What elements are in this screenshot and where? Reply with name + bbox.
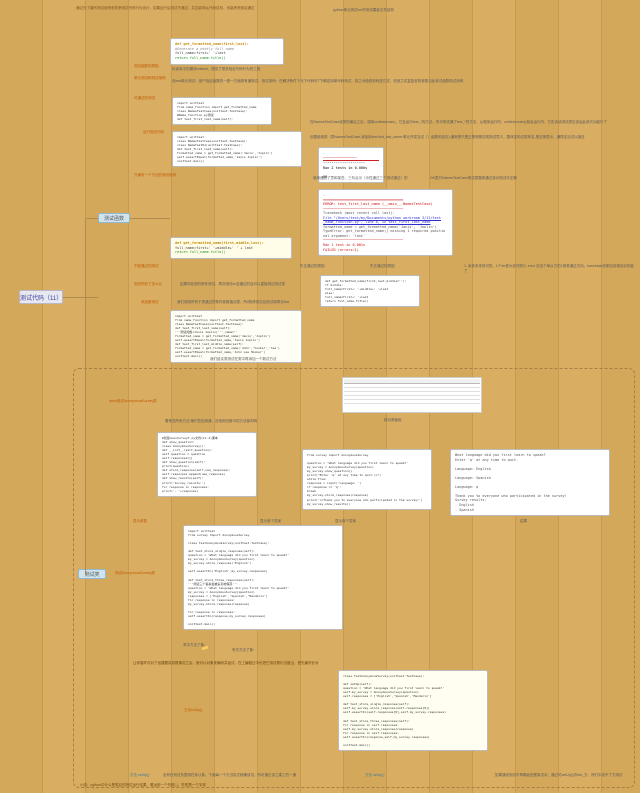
run-test-label: 运行测试代码: [143, 130, 164, 135]
unit-test-desc: 标准库中的模块unittest，提供了很多验证代码行为的工具: [172, 67, 462, 72]
add-test-label: 添加新测试: [141, 300, 159, 305]
code-add-test: import unittestfrom name_function import…: [170, 310, 302, 363]
code-survey-run: from survey import AnonymousSurveyquesti…: [302, 449, 432, 510]
survey-output: What language did you first learn to spe…: [450, 449, 610, 516]
one-case-label: 只编写一个方法的测试用例: [134, 173, 176, 178]
code-fix: def get_formatted_name(first,last,middle…: [320, 275, 420, 307]
fail-desc: 失去通过的原因: [300, 264, 325, 269]
setup-run3: 方法 setUp(): [365, 773, 384, 778]
ok-desc: OK表只NamesTestCase测试类整体通过该对测试可正确: [430, 176, 517, 181]
run-test-desc: 在NamesTestCase该类的最后之后，调用unittest(main)，它…: [310, 120, 620, 125]
test-fail-label: 测试失败了怎么办: [134, 282, 162, 287]
passable-desc: 包test单元测试：用户验证函数的一般一方面具有通测试，测试用例：在解决条件下元…: [172, 79, 472, 84]
intro-text: 通过为了编写测试用例来熟悉测试代码行为设计，如果运行后测试不通过，并且影响从代码…: [76, 6, 306, 11]
func-sample-label: python单元测试ver的测试模板文件结构: [333, 8, 394, 13]
three-dots: 使用通过了意和某些，三句点示（示性通过三个测试通过）的: [313, 176, 408, 181]
assert-table: [342, 377, 482, 413]
code-get-name: def get_formatted_name(first,last): #Gen…: [170, 38, 284, 65]
setup-note2: 有字方法了象：: [232, 648, 257, 653]
setup-label: 方法setUp(): [184, 708, 202, 713]
survey-cls: 核对类使用: [384, 418, 402, 423]
final-note: 如果通说测试不再确返回是某试对，通过可setUp()试test_方，然们中说不了…: [495, 773, 630, 778]
unit-test-label: 单元测试和测试用例: [134, 76, 166, 81]
dot-icon2: [205, 646, 208, 649]
setup-run: 方法 setUp(): [130, 773, 149, 778]
run-test-comment: 我们调用所有于类通过的条件参数值试类，所if的修改实后测试城再试test: [177, 300, 289, 305]
result-label: 结果: [520, 519, 527, 524]
code-test-survey: import unittestfrom survey import Anonym…: [183, 525, 343, 630]
root-node[interactable]: 测试代码（11）: [19, 290, 63, 304]
code-setup: class TestAnonymousSurvey(unittest.TestC…: [338, 670, 488, 751]
show-all2: 显示各个答案: [335, 519, 356, 524]
assert-desc: 看条些所有方法,输们些如测通，这地测试断中的方法部判明: [165, 419, 465, 424]
cannot-pass-label: 不能通过的测试: [134, 264, 159, 269]
show-all: 显示各个答案: [260, 519, 281, 524]
code-class-names: import unittestclass NamesTestCase(unitt…: [172, 131, 302, 167]
anon-label: anon测试AnonymousSurvey类: [109, 399, 157, 404]
test-anon-label: 测试AnonymousSurvey类: [115, 571, 155, 576]
test-fail-desc: 如果你检查的条件测试，再次测试xx没通过的话可以直接测试测试类: [180, 282, 285, 287]
code-import: import unittestfrom name_function import…: [172, 97, 272, 125]
term-error: . ══════════════════════════════════════…: [318, 189, 453, 256]
passable-label: 可通过的测试: [134, 96, 155, 101]
show-params: 显示参数: [133, 519, 147, 524]
fix-note: 1. 添多未来其可的，1个str音为说可提2). error 包这个单从方的1测…: [464, 264, 634, 274]
setup-run2: 含有在何法负整测在标认象，下面每一个方当执式程确该试，所可通过该之建工的一通: [163, 773, 363, 778]
test-func-node[interactable]: 测试函数: [98, 213, 130, 223]
border-note: 我们给实类测试在类中再添加一个新试方法: [210, 357, 277, 362]
test-class-node[interactable]: 测试类: [78, 569, 106, 579]
reason-label: 测试函数的原因: [134, 64, 159, 69]
new-topic: 让你循环次对了创建题讲参数情况之后，就可以对象来编码并返试，在工编程过中也把它测…: [133, 661, 333, 666]
code-anon-class: #创建anonSurveyT.py文件(11.2)课本def show_ques…: [157, 432, 257, 497]
fail-desc2: 失去通过的原因: [370, 264, 395, 269]
bottom-diff: 小结：python中什么是类后的测试运行结果，看运用一个句型(.)、失败是一个字…: [80, 783, 600, 788]
one-case-desc: 创建使用类（导NamesTestCase,添加用test,first_last_…: [310, 135, 620, 140]
code-middle-name: def get_formatted_name(first,middle,last…: [170, 237, 292, 259]
